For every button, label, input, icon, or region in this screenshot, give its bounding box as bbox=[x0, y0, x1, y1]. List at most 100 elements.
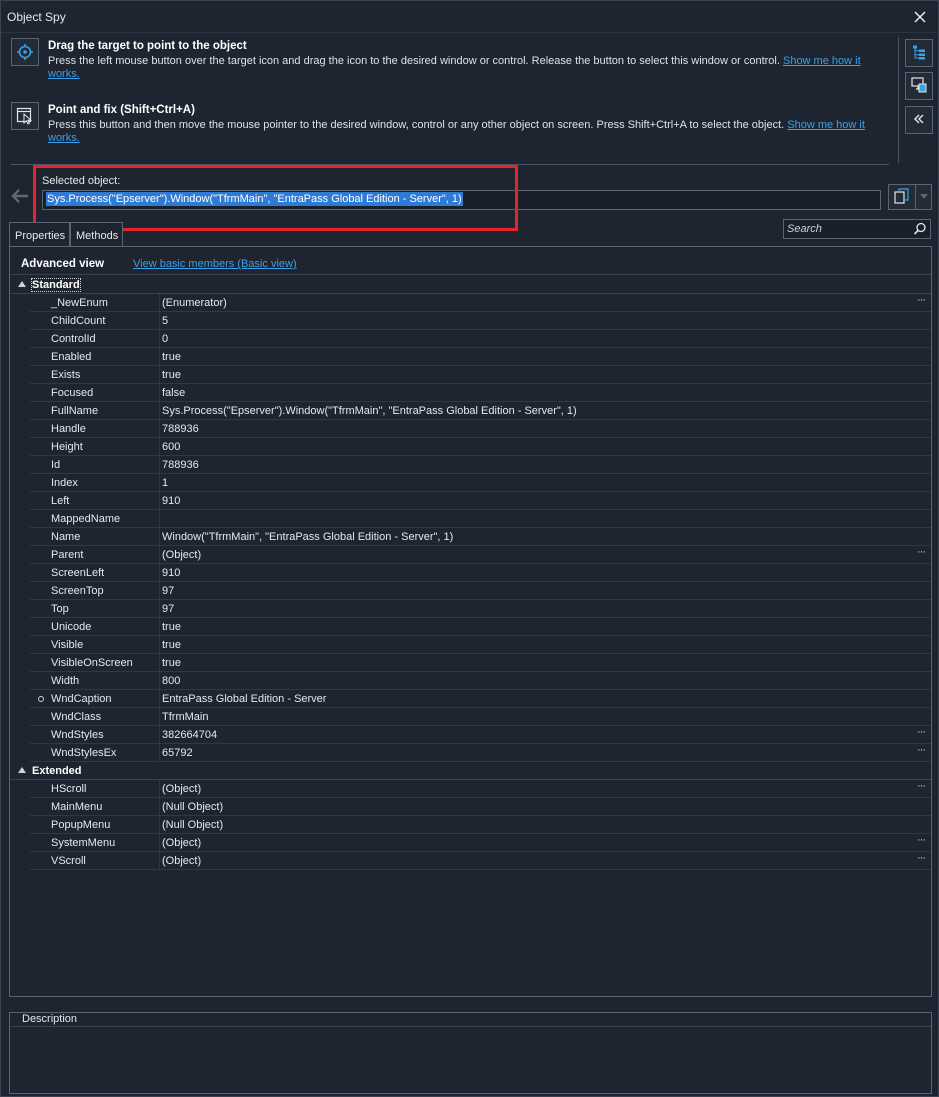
property-value[interactable]: 788936 bbox=[161, 456, 911, 473]
property-row[interactable]: Height 600 bbox=[30, 438, 931, 456]
category-1[interactable]: Extended bbox=[10, 762, 931, 780]
property-row[interactable]: Id 788936 bbox=[30, 456, 931, 474]
property-row[interactable]: SystemMenu (Object) ··· bbox=[30, 834, 931, 852]
property-row[interactable]: Focused false bbox=[30, 384, 931, 402]
property-value[interactable]: true bbox=[161, 654, 911, 671]
property-value[interactable]: 97 bbox=[161, 600, 911, 617]
property-value[interactable]: 97 bbox=[161, 582, 911, 599]
property-value[interactable]: (Enumerator) bbox=[161, 294, 911, 311]
property-value[interactable] bbox=[161, 510, 911, 527]
property-row[interactable]: Unicode true bbox=[30, 618, 931, 636]
property-value[interactable]: true bbox=[161, 636, 911, 653]
property-row[interactable]: Handle 788936 bbox=[30, 420, 931, 438]
property-row[interactable]: Exists true bbox=[30, 366, 931, 384]
property-row[interactable]: Index 1 bbox=[30, 474, 931, 492]
property-value[interactable]: (Object) bbox=[161, 852, 911, 869]
property-value[interactable]: 788936 bbox=[161, 420, 911, 437]
crosshair-target-icon[interactable] bbox=[11, 38, 39, 66]
ellipsis-icon[interactable]: ··· bbox=[914, 853, 928, 867]
property-value[interactable]: false bbox=[161, 384, 911, 401]
property-value[interactable]: (Object) bbox=[161, 780, 911, 797]
collapse-triangle-icon[interactable] bbox=[18, 281, 26, 287]
category-0[interactable]: Standard bbox=[10, 276, 931, 294]
property-value[interactable]: true bbox=[161, 618, 911, 635]
property-row[interactable]: VScroll (Object) ··· bbox=[30, 852, 931, 870]
ellipsis-icon[interactable]: ··· bbox=[914, 727, 928, 741]
tab-methods[interactable]: Methods bbox=[70, 222, 123, 246]
property-row[interactable]: Width 800 bbox=[30, 672, 931, 690]
property-row[interactable]: FullName Sys.Process("Epserver").Window("… bbox=[30, 402, 931, 420]
back-arrow-icon[interactable] bbox=[7, 184, 33, 208]
property-name: WndCaption bbox=[30, 690, 160, 707]
property-row[interactable]: ControlId 0 bbox=[30, 330, 931, 348]
basic-view-link[interactable]: View basic members (Basic view) bbox=[133, 258, 297, 270]
property-row[interactable]: WndStyles 382664704 ··· bbox=[30, 726, 931, 744]
property-row[interactable]: WndClass TfrmMain bbox=[30, 708, 931, 726]
property-value[interactable]: 600 bbox=[161, 438, 911, 455]
search-input[interactable] bbox=[784, 220, 912, 238]
property-name: PopupMenu bbox=[30, 816, 160, 833]
collapse-button[interactable] bbox=[905, 106, 933, 134]
property-row[interactable]: Name Window("TfrmMain", "EntraPass Global… bbox=[30, 528, 931, 546]
property-value[interactable]: 382664704 bbox=[161, 726, 911, 743]
property-value[interactable]: TfrmMain bbox=[161, 708, 911, 725]
ellipsis-icon[interactable]: ··· bbox=[914, 295, 928, 309]
selected-object-value[interactable]: Sys.Process("Epserver").Window("TfrmMain… bbox=[46, 192, 463, 206]
property-name: Name bbox=[30, 528, 160, 545]
property-value[interactable]: 65792 bbox=[161, 744, 911, 761]
object-tree-button[interactable] bbox=[905, 39, 933, 67]
property-value[interactable]: EntraPass Global Edition - Server bbox=[161, 690, 911, 707]
property-row[interactable]: Parent (Object) ··· bbox=[30, 546, 931, 564]
property-row[interactable]: ChildCount 5 bbox=[30, 312, 931, 330]
property-value[interactable]: 800 bbox=[161, 672, 911, 689]
property-value[interactable]: (Object) bbox=[161, 546, 911, 563]
property-row[interactable]: MappedName bbox=[30, 510, 931, 528]
property-name: WndClass bbox=[30, 708, 160, 725]
property-value[interactable]: 1 bbox=[161, 474, 911, 491]
property-row[interactable]: _NewEnum (Enumerator) ··· bbox=[30, 294, 931, 312]
ellipsis-icon[interactable]: ··· bbox=[914, 547, 928, 561]
property-value[interactable]: 910 bbox=[161, 564, 911, 581]
property-row[interactable]: Top 97 bbox=[30, 600, 931, 618]
property-row[interactable]: VisibleOnScreen true bbox=[30, 654, 931, 672]
property-row[interactable]: HScroll (Object) ··· bbox=[30, 780, 931, 798]
property-row[interactable]: Visible true bbox=[30, 636, 931, 654]
property-row[interactable]: PopupMenu (Null Object) bbox=[30, 816, 931, 834]
property-row[interactable]: ScreenLeft 910 bbox=[30, 564, 931, 582]
property-row[interactable]: WndCaption EntraPass Global Edition - Ser… bbox=[30, 690, 931, 708]
property-row[interactable]: ScreenTop 97 bbox=[30, 582, 931, 600]
point-and-fix-heading: Point and fix (Shift+Ctrl+A) bbox=[48, 104, 195, 116]
category-label: Extended bbox=[32, 765, 82, 777]
property-value[interactable]: 0 bbox=[161, 330, 911, 347]
copy-dropdown-button[interactable] bbox=[916, 184, 932, 210]
search-box[interactable] bbox=[783, 219, 931, 239]
description-divider bbox=[10, 1026, 931, 1027]
property-value[interactable]: 910 bbox=[161, 492, 911, 509]
ellipsis-icon[interactable]: ··· bbox=[914, 745, 928, 759]
property-value[interactable]: true bbox=[161, 348, 911, 365]
chevron-down-icon bbox=[919, 191, 928, 203]
property-row[interactable]: MainMenu (Null Object) bbox=[30, 798, 931, 816]
tab-properties[interactable]: Properties bbox=[9, 222, 70, 246]
property-value[interactable]: Window("TfrmMain", "EntraPass Global Edi… bbox=[161, 528, 911, 545]
property-value[interactable]: (Null Object) bbox=[161, 816, 911, 833]
point-and-fix-icon[interactable] bbox=[11, 102, 39, 130]
property-value[interactable]: true bbox=[161, 366, 911, 383]
copy-button[interactable] bbox=[888, 184, 916, 210]
search-icon[interactable] bbox=[913, 222, 927, 236]
close-icon[interactable] bbox=[910, 7, 930, 27]
property-value[interactable]: Sys.Process("Epserver").Window("TfrmMain… bbox=[161, 402, 911, 419]
highlight-object-button[interactable] bbox=[905, 72, 933, 100]
property-value[interactable]: (Null Object) bbox=[161, 798, 911, 815]
ellipsis-icon[interactable]: ··· bbox=[914, 781, 928, 795]
description-panel: Description bbox=[9, 1012, 932, 1094]
property-value[interactable]: (Object) bbox=[161, 834, 911, 851]
property-value[interactable]: 5 bbox=[161, 312, 911, 329]
collapse-triangle-icon[interactable] bbox=[18, 767, 26, 773]
property-name: Exists bbox=[30, 366, 160, 383]
property-row[interactable]: Left 910 bbox=[30, 492, 931, 510]
property-row[interactable]: Enabled true bbox=[30, 348, 931, 366]
selected-object-field[interactable]: Sys.Process("Epserver").Window("TfrmMain… bbox=[42, 190, 881, 210]
property-row[interactable]: WndStylesEx 65792 ··· bbox=[30, 744, 931, 762]
ellipsis-icon[interactable]: ··· bbox=[914, 835, 928, 849]
